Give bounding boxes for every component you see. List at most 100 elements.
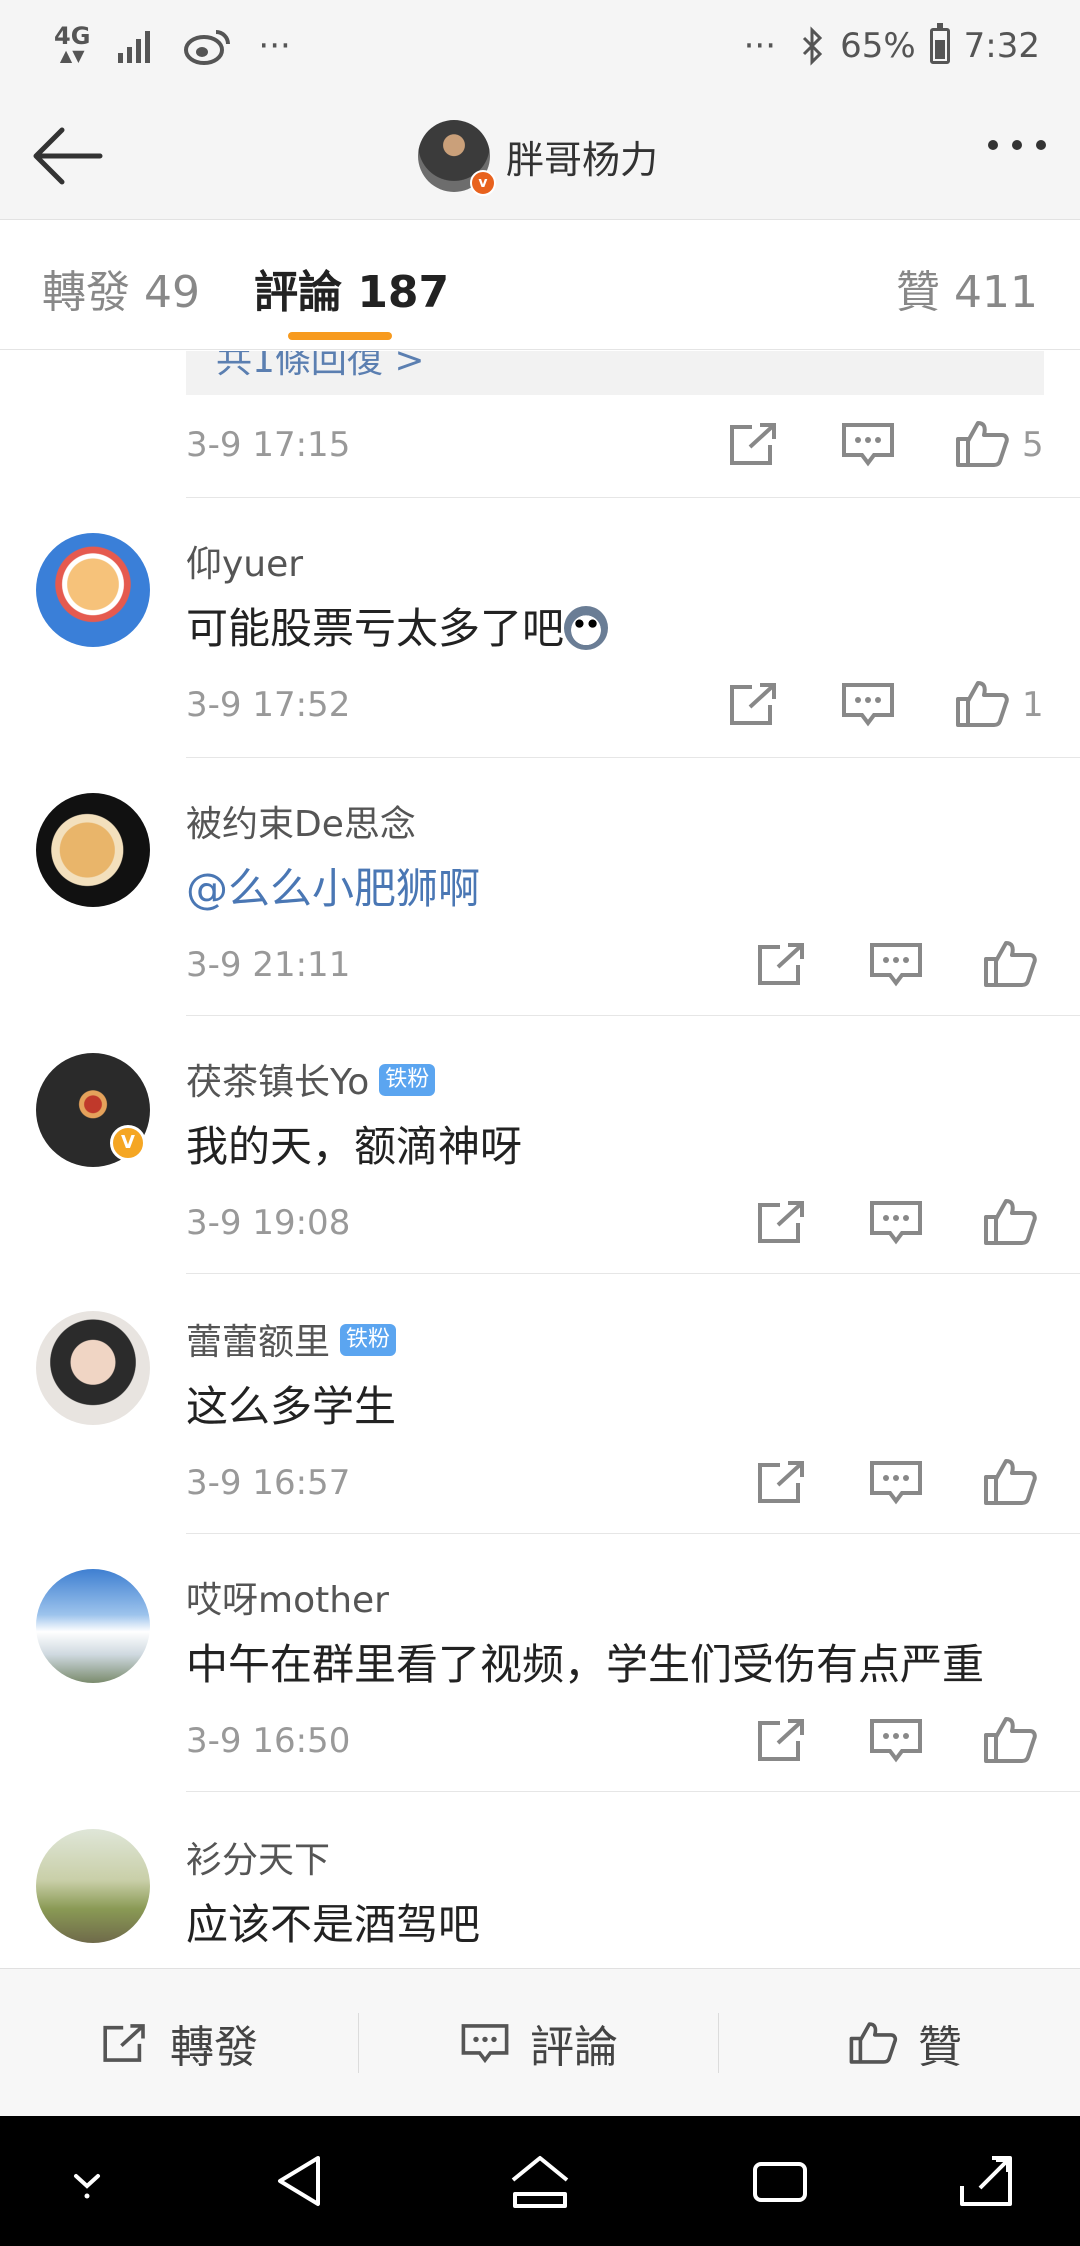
avatar: v bbox=[418, 120, 496, 196]
page-title: 胖哥杨力 bbox=[506, 137, 659, 182]
more-status-icon: ··· bbox=[743, 26, 777, 66]
divider bbox=[186, 1533, 1080, 1534]
comment-text: 可能股票亏太多了吧 bbox=[186, 595, 609, 656]
divider bbox=[358, 2013, 359, 2073]
expand-icon[interactable] bbox=[952, 2146, 1022, 2216]
repost-icon[interactable] bbox=[752, 1715, 812, 1765]
avatar[interactable] bbox=[36, 793, 150, 907]
comment-username[interactable]: 被约束De思念 bbox=[186, 795, 416, 847]
post-author[interactable]: v 胖哥杨力 bbox=[418, 116, 658, 196]
like-label: 贊 bbox=[918, 2022, 962, 2073]
verified-icon: V bbox=[110, 1125, 146, 1161]
repost-label: 轉發 bbox=[170, 2022, 258, 2073]
home-icon[interactable] bbox=[505, 2146, 575, 2216]
comment-label: 評論 bbox=[530, 2022, 618, 2073]
reply-icon[interactable] bbox=[838, 419, 898, 469]
weibo-icon bbox=[184, 30, 231, 65]
avatar[interactable] bbox=[36, 1569, 150, 1683]
comment-username[interactable]: 衫分天下 bbox=[186, 1831, 330, 1883]
back-arrow-icon[interactable] bbox=[28, 118, 108, 194]
repost-icon[interactable] bbox=[752, 1457, 812, 1507]
title-bar: v 胖哥杨力 bbox=[0, 92, 1080, 220]
signal-icon bbox=[118, 31, 151, 63]
recent-apps-icon[interactable] bbox=[745, 2146, 815, 2216]
fan-badge: 铁粉 bbox=[340, 1324, 397, 1356]
avatar[interactable] bbox=[36, 533, 150, 647]
more-options-icon[interactable] bbox=[988, 140, 1046, 150]
like-icon[interactable] bbox=[980, 1715, 1040, 1765]
comment-text: 中午在群里看了视频，学生们受伤有点严重 bbox=[186, 1640, 985, 1689]
divider bbox=[186, 1015, 1080, 1016]
comment-timestamp: 3-9 17:52 bbox=[186, 685, 351, 725]
avatar[interactable] bbox=[36, 1829, 150, 1943]
avatar[interactable] bbox=[36, 1311, 150, 1425]
bluetooth-icon bbox=[803, 26, 823, 66]
battery-percent: 65% bbox=[840, 26, 916, 66]
divider bbox=[186, 1791, 1080, 1792]
comment-text: 我的天，额滴神呀 bbox=[186, 1122, 523, 1171]
divider bbox=[186, 1273, 1080, 1274]
like-button[interactable]: 贊 bbox=[846, 1969, 962, 2117]
network-label: 4G bbox=[54, 22, 91, 50]
comment-timestamp: 3-9 16:50 bbox=[186, 1721, 351, 1761]
like-count: 5 bbox=[1022, 425, 1044, 465]
repost-button[interactable]: 轉發 bbox=[98, 1969, 258, 2117]
husky-emoji-icon bbox=[564, 605, 609, 650]
more-notifications-icon: ··· bbox=[258, 26, 291, 66]
network-4g-icon: 4G ▲▼ bbox=[54, 22, 91, 65]
like-icon[interactable] bbox=[980, 1197, 1040, 1247]
comment-timestamp: 3-9 17:15 bbox=[186, 425, 351, 465]
repost-icon[interactable] bbox=[724, 679, 784, 729]
active-tab-indicator bbox=[288, 332, 392, 340]
like-icon bbox=[849, 2022, 898, 2064]
divider bbox=[186, 497, 1080, 498]
repost-icon bbox=[103, 2024, 145, 2062]
reply-preview-box[interactable]: 共1條回復 > bbox=[186, 351, 1044, 395]
comment-button[interactable]: 評論 bbox=[458, 1969, 618, 2117]
tab-likes[interactable]: 贊 411 bbox=[896, 256, 1038, 320]
comment-icon bbox=[461, 2024, 509, 2064]
comment-timestamp: 3-9 16:57 bbox=[186, 1463, 351, 1503]
verified-icon: v bbox=[470, 170, 496, 196]
like-icon[interactable] bbox=[952, 419, 1012, 469]
reply-icon[interactable] bbox=[838, 679, 898, 729]
comment-text: 应该不是酒驾吧 bbox=[186, 1900, 481, 1949]
reply-icon[interactable] bbox=[866, 1457, 926, 1507]
clock: 7:32 bbox=[963, 26, 1040, 66]
comment-username[interactable]: 仰yuer bbox=[186, 535, 303, 587]
comment-timestamp: 3-9 21:11 bbox=[186, 945, 351, 985]
fan-badge: 铁粉 bbox=[379, 1064, 436, 1096]
reply-icon[interactable] bbox=[866, 1715, 926, 1765]
reply-count-link[interactable]: 共1條回復 > bbox=[216, 351, 425, 383]
like-icon[interactable] bbox=[952, 679, 1012, 729]
repost-icon[interactable] bbox=[724, 419, 784, 469]
repost-icon[interactable] bbox=[752, 939, 812, 989]
comment-username[interactable]: 蕾蕾额里 铁粉 bbox=[186, 1313, 397, 1365]
repost-icon[interactable] bbox=[752, 1197, 812, 1247]
comment-username[interactable]: 哎呀mother bbox=[186, 1571, 389, 1623]
bottom-action-bar: 轉發 評論 贊 bbox=[0, 1968, 1080, 2116]
comment-text: 这么多学生 bbox=[186, 1382, 397, 1431]
divider bbox=[718, 2013, 719, 2073]
like-icon[interactable] bbox=[980, 939, 1040, 989]
battery-icon bbox=[929, 23, 950, 64]
reply-icon[interactable] bbox=[866, 939, 926, 989]
back-icon[interactable] bbox=[266, 2146, 336, 2216]
tab-comments[interactable]: 評論 187 bbox=[254, 256, 449, 320]
comment-username[interactable]: 茯茶镇长Yo 铁粉 bbox=[186, 1053, 436, 1105]
username-text: 茯茶镇长Yo bbox=[186, 1062, 370, 1103]
like-count: 1 bbox=[1022, 685, 1044, 725]
username-text: 蕾蕾额里 bbox=[186, 1322, 331, 1363]
tab-reposts[interactable]: 轉發 49 bbox=[42, 256, 200, 320]
comment-text-content: 可能股票亏太多了吧 bbox=[186, 604, 565, 653]
status-bar: 4G ▲▼ ··· ··· 65% 7:32 bbox=[0, 0, 1080, 92]
mention-link[interactable]: @么么小肥狮啊 bbox=[186, 855, 480, 916]
comment-timestamp: 3-9 19:08 bbox=[186, 1203, 351, 1243]
divider bbox=[186, 757, 1080, 758]
like-icon[interactable] bbox=[980, 1457, 1040, 1507]
system-nav-bar bbox=[0, 2116, 1080, 2246]
hide-keyboard-icon[interactable] bbox=[52, 2146, 122, 2216]
tab-bar: 轉發 49 評論 187 贊 411 bbox=[0, 220, 1080, 350]
reply-icon[interactable] bbox=[866, 1197, 926, 1247]
comment-list[interactable]: 共1條回復 > 3-9 17:15 5 仰yuer 可能股票亏太多了吧 3-9 … bbox=[0, 351, 1080, 1968]
